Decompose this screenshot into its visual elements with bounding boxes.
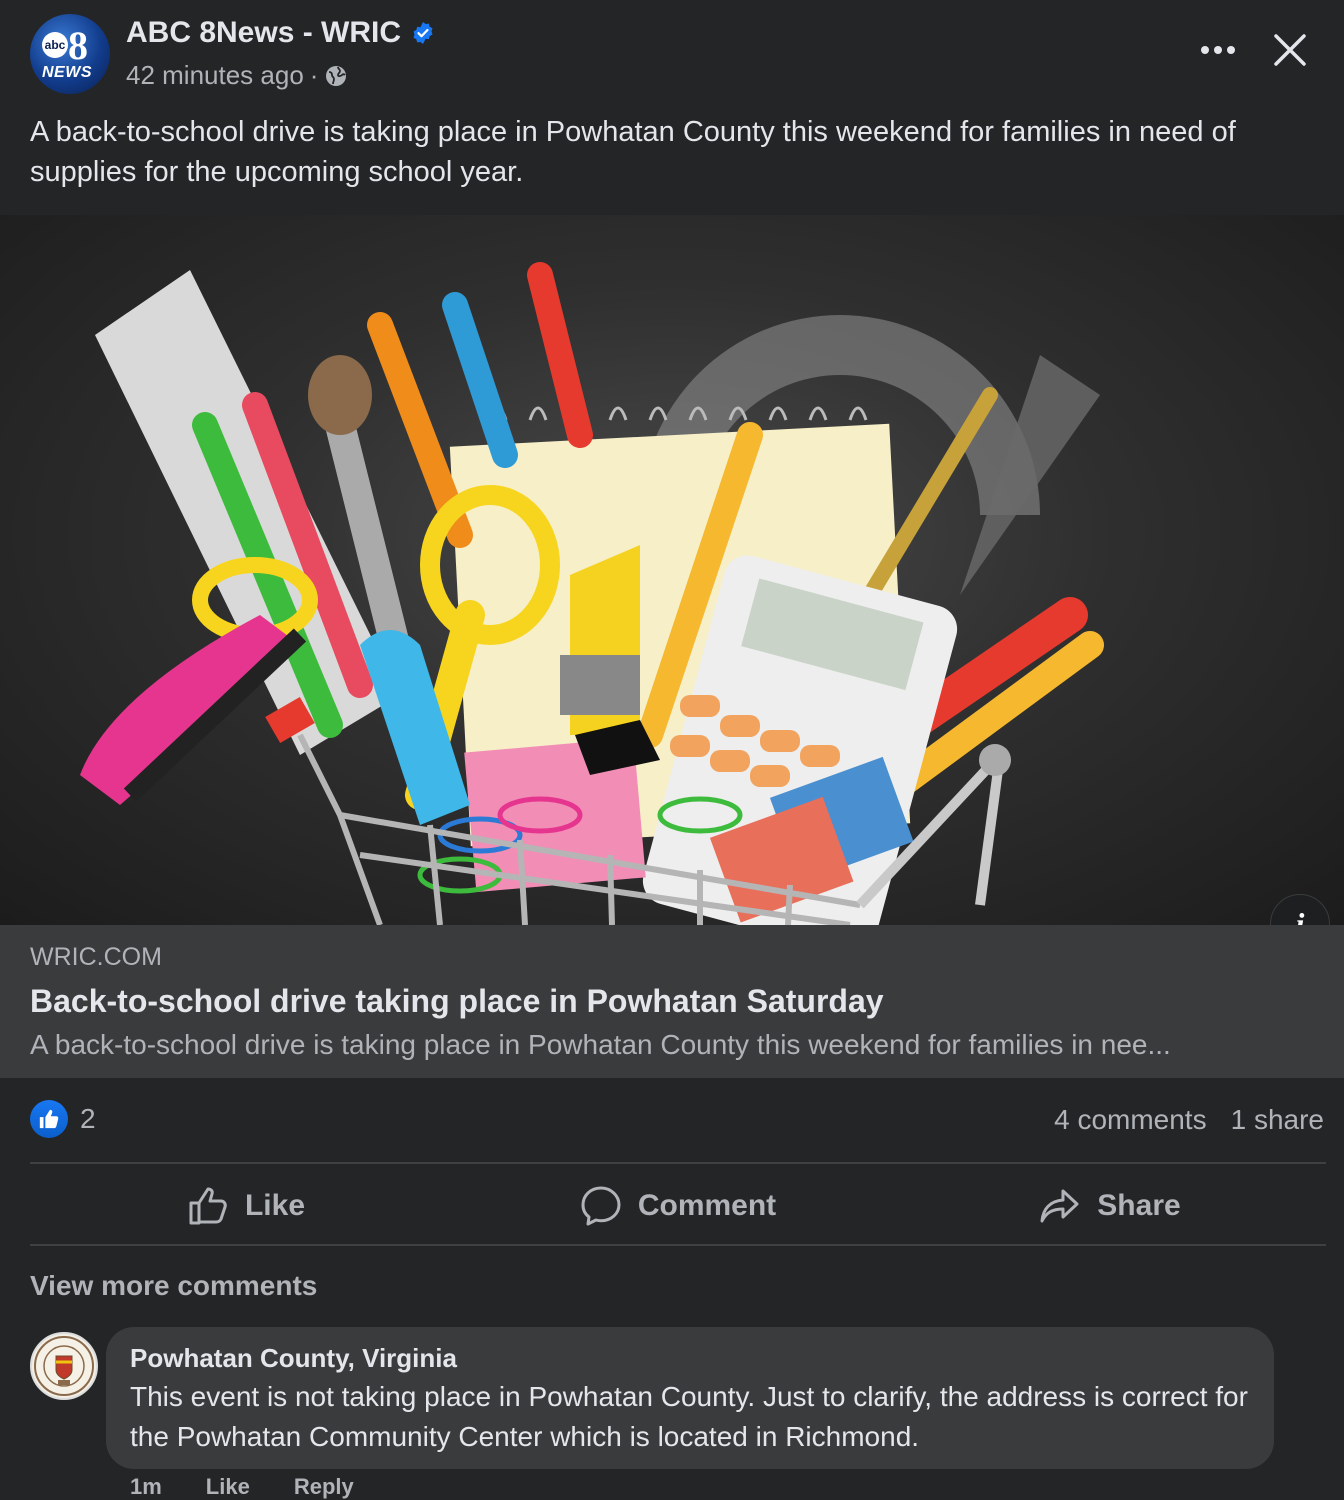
share-icon (1040, 1189, 1079, 1223)
post-meta: 42 minutes ago · (126, 60, 348, 91)
post-image[interactable] (0, 215, 1344, 925)
more-options-icon (1201, 46, 1235, 54)
comment-count-link[interactable]: 4 comments (1054, 1104, 1207, 1136)
page-name-link[interactable]: ABC 8News - WRIC (126, 16, 401, 50)
reaction-summary[interactable]: 2 (30, 1100, 96, 1138)
more-options-button[interactable] (1196, 30, 1240, 70)
share-button[interactable]: Share (894, 1168, 1326, 1244)
like-button[interactable]: Like (30, 1168, 462, 1244)
comment-button[interactable]: Comment (462, 1168, 894, 1244)
comment-icon (581, 1186, 621, 1226)
divider-bottom (30, 1244, 1326, 1246)
avatar-channel-number: 8 (68, 23, 88, 68)
action-bar: Like Comment Share (30, 1168, 1326, 1244)
commenter-avatar[interactable] (30, 1332, 98, 1400)
like-label: Like (244, 1189, 306, 1222)
verified-badge-icon (413, 22, 433, 44)
comment-text: This event is not taking place in Powhat… (130, 1381, 1248, 1452)
post-header: abc 8 NEWS ABC 8News - WRIC 42 minutes a… (0, 0, 1344, 215)
link-preview-card[interactable]: WRIC.COM Back-to-school drive taking pla… (0, 925, 1344, 1078)
page-name-row: ABC 8News - WRIC (126, 16, 435, 50)
share-label: Share (1097, 1189, 1181, 1222)
school-supplies-illustration (80, 262, 1104, 925)
comment-author[interactable]: Powhatan County, Virginia (130, 1343, 457, 1374)
link-title[interactable]: Back-to-school drive taking place in Pow… (30, 983, 884, 1020)
like-reaction-icon (30, 1100, 68, 1138)
reaction-count: 2 (80, 1103, 96, 1134)
close-icon[interactable] (1266, 26, 1314, 74)
avatar-abc-logo: abc (42, 32, 68, 58)
comment-like-link[interactable]: Like (206, 1474, 250, 1500)
page-avatar[interactable]: abc 8 NEWS (30, 14, 110, 94)
comment-label: Comment (637, 1189, 777, 1222)
post-text: A back-to-school drive is taking place i… (30, 116, 1236, 188)
view-more-comments-link[interactable]: View more comments (30, 1270, 317, 1302)
share-count-link[interactable]: 1 share (1231, 1104, 1324, 1136)
link-domain: WRIC.COM (30, 943, 162, 971)
county-seal-icon (34, 1336, 94, 1396)
meta-separator: · (309, 60, 319, 90)
comment-reply-link[interactable]: Reply (294, 1474, 354, 1500)
link-description: A back-to-school drive is taking place i… (30, 1029, 1171, 1060)
post-timestamp[interactable]: 42 minutes ago (126, 60, 304, 91)
thumbs-up-icon (189, 1187, 227, 1225)
divider-top (30, 1162, 1326, 1164)
comment-time[interactable]: 1m (130, 1474, 162, 1500)
comment-bubble: Powhatan County, Virginia This event is … (106, 1327, 1274, 1469)
globe-icon (326, 65, 347, 86)
comment-actions: 1m Like Reply (130, 1474, 354, 1500)
avatar-news-label: NEWS (42, 64, 92, 81)
engagement-counts: 4 comments 1 share (1054, 1104, 1324, 1136)
